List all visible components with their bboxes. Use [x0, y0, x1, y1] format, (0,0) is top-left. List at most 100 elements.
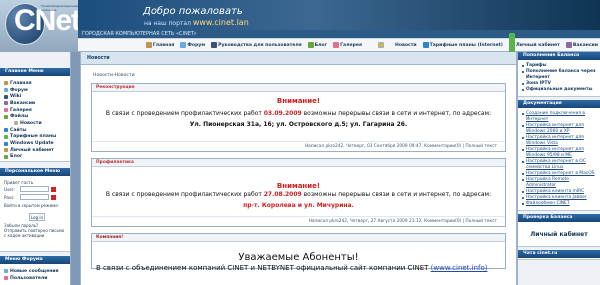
portal-label: на наш портал	[144, 20, 191, 27]
page: CNet Телекоммуникационная компания Добро…	[0, 0, 600, 285]
forum-icon	[180, 42, 187, 48]
doc-link[interactable]: Файлообмен CINET	[522, 201, 596, 207]
news-body: Внимание! В связи с проведением профилак…	[92, 167, 505, 216]
chat-box: Чата cinet.ru	[518, 250, 600, 260]
menu-item-vacancies[interactable]: Вакансии	[4, 100, 66, 107]
doc-link[interactable]: Настройка Remote Administrator	[522, 177, 596, 189]
nav-vacancies[interactable]: Вакансии	[565, 42, 598, 48]
logo-tagline: Телекоммуникационная компания	[41, 4, 80, 12]
news-icon	[14, 121, 18, 126]
pay-item[interactable]: Официальные документы	[522, 87, 596, 93]
cabinet-button[interactable]: Личный кабинет	[518, 222, 600, 246]
user-row: User:	[4, 185, 66, 193]
news-header: Компания!	[92, 234, 505, 242]
site-header: CNet Телекоммуникационная компания Добро…	[0, 0, 600, 57]
menu-item-label: Вакансии	[10, 100, 36, 106]
nav-forum[interactable]: Форум	[180, 42, 205, 48]
bullet-icon	[522, 203, 524, 205]
nav-home[interactable]: Главная	[145, 42, 174, 48]
wiki-icon	[4, 94, 8, 99]
doc-link[interactable]: Настройка интернет для Windows 95/98 и M…	[522, 147, 596, 159]
news-text-prefix: В связи с проведением профилактических р…	[105, 191, 262, 198]
news-footer[interactable]: Написал pkro242, Четверг, 27 Августа 200…	[92, 216, 505, 226]
menu-item-gallery[interactable]: Галерея	[4, 107, 66, 114]
menu-item-windows-update[interactable]: Windows Update	[4, 140, 66, 147]
bullet-icon	[522, 83, 524, 85]
gallery-icon	[333, 42, 340, 48]
top-navigation: Главная Форум Руководства для пользовате…	[78, 33, 600, 57]
news-item: Реконструкция Внимание! В связи с провед…	[91, 83, 506, 152]
forum-menu-list: Новые сообщения Пользователи	[0, 264, 70, 281]
doc-link-label: Создание подключения в Интернет	[526, 111, 586, 122]
menu-item-forum[interactable]: Форум	[4, 87, 66, 94]
news-header: Профилактика	[92, 159, 505, 167]
nav-news[interactable]: Новости	[368, 42, 417, 48]
forum-menu-users[interactable]: Пользователи	[4, 275, 66, 282]
news-title: Внимание!	[276, 182, 321, 190]
news-lead-link[interactable]: (www.cinet.info)	[431, 264, 488, 272]
news-lead: В связи с объединением компаний CINET и …	[96, 264, 501, 272]
news-footer[interactable]: Написал pkro242, Четверг, 03 Сентября 20…	[92, 141, 505, 151]
tariff-icon	[4, 134, 8, 139]
news-lead-prefix: В связи с объединением компаний CINET и …	[96, 264, 429, 272]
menu-item-cabinet[interactable]: Личный кабинет	[4, 147, 66, 154]
bullet-icon	[522, 89, 524, 91]
main-content: Новости Новости-Новости Реконструкция Вн…	[80, 52, 517, 285]
bullet-icon	[522, 197, 524, 199]
doc-link[interactable]: Настройка интернет для Windows Vista	[522, 135, 596, 147]
cabinet-icon	[4, 148, 8, 153]
menu-item-label: Личный кабинет	[10, 147, 54, 153]
logo-area: CNet Телекоммуникационная компания	[0, 0, 81, 52]
menu-item-label: Новости	[20, 120, 42, 126]
pay-item-label: Официальные документы	[526, 87, 593, 92]
portal-url[interactable]: www.cinet.lan	[193, 18, 249, 27]
pass-field-wrap	[15, 194, 56, 200]
bullet-icon	[522, 179, 524, 181]
nav-gallery-label: Галерея	[340, 42, 362, 48]
right-sidebar: Пополнение Баланса Тарифы Пополнение бал…	[517, 52, 600, 285]
vacancy-icon	[4, 101, 8, 106]
windows-icon	[4, 141, 8, 146]
remember-text: Войти в скрытом режиме:	[4, 202, 60, 208]
portal-text: на наш портал www.cinet.lan	[144, 18, 249, 27]
login-button[interactable]: Log in	[29, 213, 45, 221]
nav-cabinet-label: Личный кабинет	[515, 42, 560, 48]
forum-icon	[4, 88, 8, 93]
doc-link-label: Файлообмен CINET	[526, 201, 570, 206]
welcome-text: Добро пожаловать	[143, 6, 243, 17]
home-icon	[4, 81, 8, 86]
doc-link[interactable]: Настройка интернет для Windows 2000 и XP	[522, 123, 596, 135]
menu-item-news[interactable]: Новости	[4, 120, 66, 127]
menu-item-wiki[interactable]: Wiki	[4, 93, 66, 100]
menu-item-label: Блог	[10, 154, 23, 160]
nav-gallery[interactable]: Галерея	[333, 42, 362, 48]
news-address: пр-т. Королева и ул. Мичурина.	[243, 202, 354, 209]
nav-forum-label: Форум	[187, 42, 206, 48]
files-icon	[4, 114, 8, 119]
nav-blog[interactable]: Блог	[307, 42, 327, 48]
resend-activation-link[interactable]: Отправить повторно письмо с кодом актива…	[4, 228, 66, 238]
password-input[interactable]	[19, 194, 49, 200]
menu-item-tariffs[interactable]: Тарифные планы	[4, 134, 66, 141]
user-input[interactable]	[19, 186, 49, 192]
remember-row[interactable]: Войти в скрытом режиме:	[4, 201, 66, 209]
breadcrumb[interactable]: Новости-Новости	[93, 70, 504, 81]
main-menu-list: Главная Форум Wiki Вакансии Галерея Файл…	[0, 76, 70, 160]
news-item: Компания! Уважаемые Абоненты! В связи с …	[91, 233, 506, 272]
menu-item-files[interactable]: Файлы	[4, 113, 66, 120]
main-menu-box: Главное Меню Главная Форум Wiki Вакансии…	[0, 68, 70, 162]
nav-tariffs-label: Тарифные планы (Internet)	[429, 42, 503, 48]
doc-link[interactable]: Создание подключения в Интернет	[522, 111, 596, 123]
menu-item-blog[interactable]: Блог	[4, 154, 66, 161]
pass-row: Pass:	[4, 193, 66, 201]
menu-item-sites[interactable]: Сайты	[4, 127, 66, 134]
nav-guides[interactable]: Руководства для пользователя	[211, 42, 302, 48]
personal-menu-box: Персональное Меню Привет гость User: Pas…	[0, 168, 70, 252]
doc-link[interactable]: Настройка интернет в ОС семейства Linux	[522, 159, 596, 171]
forum-menu-new-posts[interactable]: Новые сообщения	[4, 268, 66, 275]
doc-link-label: Настройка интернет для Windows 95/98 и M…	[526, 147, 584, 158]
menu-item-home[interactable]: Главная	[4, 80, 66, 87]
nav-tariffs[interactable]: Тарифные планы (Internet)	[422, 42, 503, 48]
doc-link-label: Настройка интернет в ОС семейства Linux	[526, 159, 586, 170]
pay-item[interactable]: Пополнение баланса через Интернет	[522, 69, 596, 81]
